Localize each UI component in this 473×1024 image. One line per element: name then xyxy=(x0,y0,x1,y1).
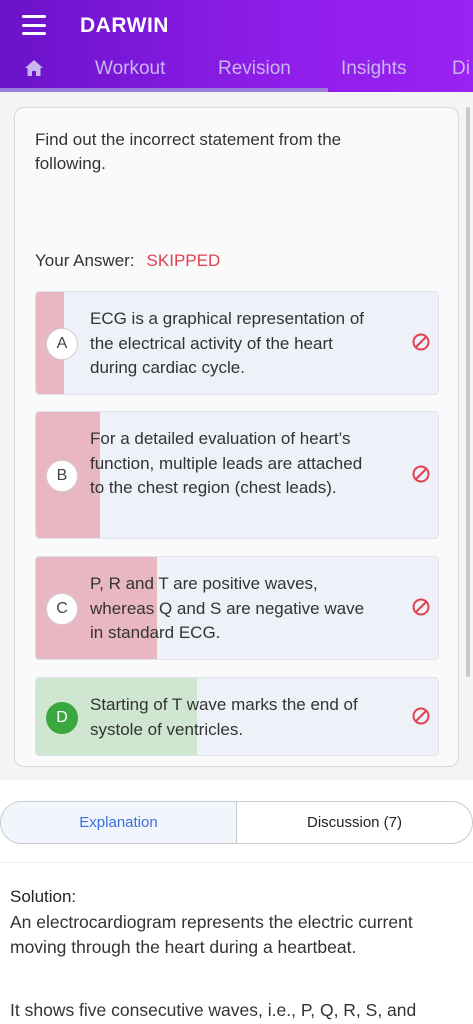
option-b-letter: B xyxy=(46,460,78,492)
nav-tabs: Workout Revision Insights Di xyxy=(0,50,473,92)
option-b[interactable]: B For a detailed evaluation of heart’s f… xyxy=(35,411,439,539)
hamburger-menu-icon[interactable] xyxy=(22,15,46,35)
option-c[interactable]: C P, R and T are positive waves, whereas… xyxy=(35,556,439,660)
skipped-icon xyxy=(412,465,430,483)
your-answer-row: Your Answer: SKIPPED xyxy=(35,251,220,271)
skipped-icon xyxy=(412,598,430,616)
solution-title: Solution: xyxy=(10,887,77,906)
option-d-letter: D xyxy=(46,702,78,734)
option-b-text: For a detailed evaluation of heart’s fun… xyxy=(90,429,363,497)
tab-partial[interactable]: Di xyxy=(452,58,470,80)
tab-insights[interactable]: Insights xyxy=(341,58,406,80)
solution-paragraph: It shows five consecutive waves, i.e., P… xyxy=(10,1000,417,1020)
home-icon[interactable] xyxy=(24,59,44,77)
option-a-letter: A xyxy=(46,328,78,360)
discussion-tab[interactable]: Discussion (7) xyxy=(237,802,472,843)
scrollbar[interactable] xyxy=(466,107,470,677)
question-text: Find out the incorrect statement from th… xyxy=(35,130,342,173)
tab-indicator xyxy=(0,88,328,92)
skipped-icon xyxy=(412,707,430,725)
tab-workout[interactable]: Workout xyxy=(95,58,165,80)
solution-paragraph: An electrocardiogram represents the elec… xyxy=(10,912,413,957)
your-answer-value: SKIPPED xyxy=(146,251,221,270)
app-bar: DARWIN Workout Revision Insights Di xyxy=(0,0,473,92)
skipped-icon xyxy=(412,333,430,351)
your-answer-label: Your Answer: xyxy=(35,251,135,270)
app-title: DARWIN xyxy=(80,14,169,37)
explanation-toggle: Explanation Discussion (7) xyxy=(0,801,473,844)
question-card: Find out the incorrect statement from th… xyxy=(14,107,459,767)
divider xyxy=(0,862,473,863)
option-d-text: Starting of T wave marks the end of syst… xyxy=(90,695,358,739)
option-a-text: ECG is a graphical representation of the… xyxy=(90,309,365,377)
option-d[interactable]: D Starting of T wave marks the end of sy… xyxy=(35,677,439,756)
option-a[interactable]: A ECG is a graphical representation of t… xyxy=(35,291,439,395)
option-c-text: P, R and T are positive waves, whereas Q… xyxy=(90,574,365,642)
tab-revision[interactable]: Revision xyxy=(218,58,291,80)
explanation-tab[interactable]: Explanation xyxy=(1,802,237,843)
option-c-letter: C xyxy=(46,593,78,625)
